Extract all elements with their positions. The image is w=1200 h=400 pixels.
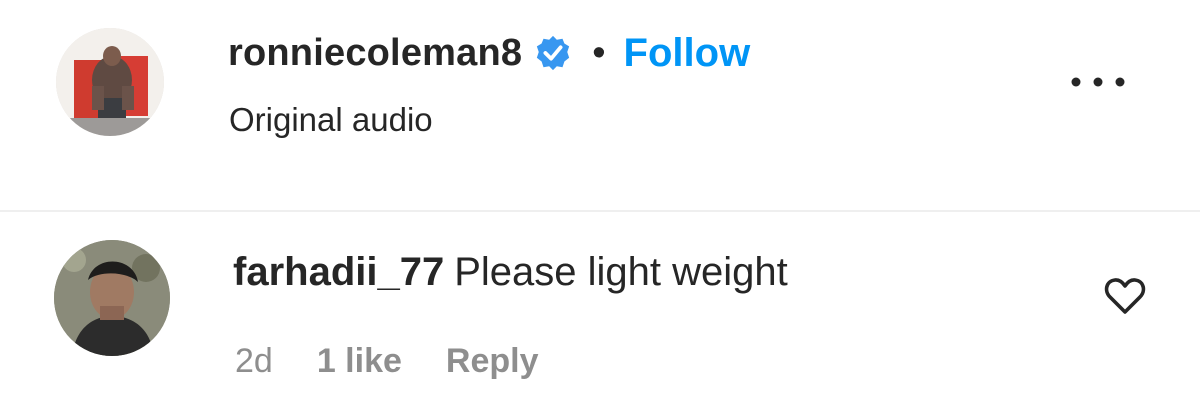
comment-likes[interactable]: 1 like [317,342,402,381]
comment-meta: 2d 1 like Reply [235,342,583,381]
more-options-icon[interactable] [1066,64,1130,100]
verified-badge-icon [534,34,572,72]
divider [0,210,1200,212]
heart-icon[interactable] [1104,276,1146,316]
reply-button[interactable]: Reply [446,342,539,381]
commenter-avatar-image [54,240,170,356]
commenter-username[interactable]: farhadii_77 [233,250,444,294]
original-audio-link[interactable]: Original audio [229,101,433,139]
post-header: ronniecoleman8 • Follow Original audio [0,0,1200,210]
follow-button[interactable]: Follow [624,31,751,76]
owner-line: ronniecoleman8 • Follow [228,26,750,80]
comment-text: Please light weight [454,250,788,294]
owner-username[interactable]: ronniecoleman8 [228,32,522,75]
comment-body: farhadii_77 Please light weight [233,250,788,295]
commenter-avatar[interactable] [54,240,170,356]
comment-age[interactable]: 2d [235,342,273,381]
owner-avatar[interactable] [56,28,164,136]
separator-dot: • [592,32,606,74]
owner-avatar-image [56,28,164,136]
